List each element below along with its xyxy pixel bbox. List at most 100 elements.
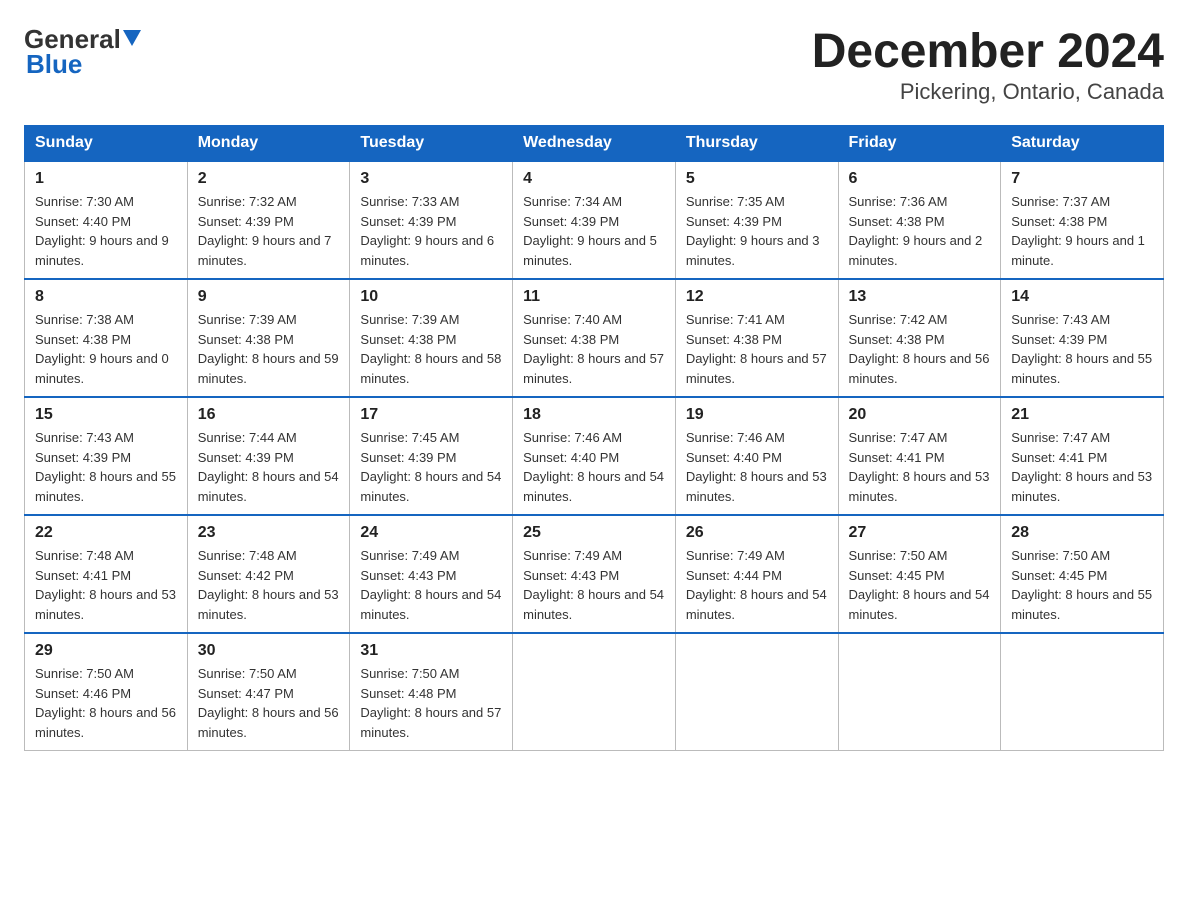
day-info-20: Sunrise: 7:47 AM Sunset: 4:41 PM Dayligh…: [849, 428, 991, 506]
day-cell-13: 13 Sunrise: 7:42 AM Sunset: 4:38 PM Dayl…: [838, 279, 1001, 397]
day-info-17: Sunrise: 7:45 AM Sunset: 4:39 PM Dayligh…: [360, 428, 502, 506]
day-number-5: 5: [686, 170, 828, 188]
day-info-4: Sunrise: 7:34 AM Sunset: 4:39 PM Dayligh…: [523, 192, 665, 270]
day-info-25: Sunrise: 7:49 AM Sunset: 4:43 PM Dayligh…: [523, 546, 665, 624]
header-saturday: Saturday: [1001, 126, 1164, 162]
empty-cell-w4-d4: [675, 633, 838, 751]
day-cell-4: 4 Sunrise: 7:34 AM Sunset: 4:39 PM Dayli…: [513, 161, 676, 279]
day-number-28: 28: [1011, 524, 1153, 542]
day-info-6: Sunrise: 7:36 AM Sunset: 4:38 PM Dayligh…: [849, 192, 991, 270]
day-cell-31: 31 Sunrise: 7:50 AM Sunset: 4:48 PM Dayl…: [350, 633, 513, 751]
day-info-3: Sunrise: 7:33 AM Sunset: 4:39 PM Dayligh…: [360, 192, 502, 270]
day-info-14: Sunrise: 7:43 AM Sunset: 4:39 PM Dayligh…: [1011, 310, 1153, 388]
day-number-16: 16: [198, 406, 340, 424]
day-info-10: Sunrise: 7:39 AM Sunset: 4:38 PM Dayligh…: [360, 310, 502, 388]
day-info-27: Sunrise: 7:50 AM Sunset: 4:45 PM Dayligh…: [849, 546, 991, 624]
day-info-21: Sunrise: 7:47 AM Sunset: 4:41 PM Dayligh…: [1011, 428, 1153, 506]
day-cell-15: 15 Sunrise: 7:43 AM Sunset: 4:39 PM Dayl…: [25, 397, 188, 515]
day-number-15: 15: [35, 406, 177, 424]
empty-cell-w4-d5: [838, 633, 1001, 751]
week-row-2: 8 Sunrise: 7:38 AM Sunset: 4:38 PM Dayli…: [25, 279, 1164, 397]
day-info-16: Sunrise: 7:44 AM Sunset: 4:39 PM Dayligh…: [198, 428, 340, 506]
day-cell-7: 7 Sunrise: 7:37 AM Sunset: 4:38 PM Dayli…: [1001, 161, 1164, 279]
day-number-9: 9: [198, 288, 340, 306]
header-monday: Monday: [187, 126, 350, 162]
day-number-22: 22: [35, 524, 177, 542]
day-info-9: Sunrise: 7:39 AM Sunset: 4:38 PM Dayligh…: [198, 310, 340, 388]
day-number-23: 23: [198, 524, 340, 542]
day-number-8: 8: [35, 288, 177, 306]
page-subtitle: Pickering, Ontario, Canada: [812, 79, 1164, 105]
day-cell-22: 22 Sunrise: 7:48 AM Sunset: 4:41 PM Dayl…: [25, 515, 188, 633]
empty-cell-w4-d3: [513, 633, 676, 751]
day-number-18: 18: [523, 406, 665, 424]
day-cell-27: 27 Sunrise: 7:50 AM Sunset: 4:45 PM Dayl…: [838, 515, 1001, 633]
day-cell-5: 5 Sunrise: 7:35 AM Sunset: 4:39 PM Dayli…: [675, 161, 838, 279]
day-number-19: 19: [686, 406, 828, 424]
page-header: General Blue December 2024 Pickering, On…: [24, 24, 1164, 105]
day-cell-6: 6 Sunrise: 7:36 AM Sunset: 4:38 PM Dayli…: [838, 161, 1001, 279]
day-number-24: 24: [360, 524, 502, 542]
day-number-11: 11: [523, 288, 665, 306]
empty-cell-w4-d6: [1001, 633, 1164, 751]
day-info-8: Sunrise: 7:38 AM Sunset: 4:38 PM Dayligh…: [35, 310, 177, 388]
day-info-19: Sunrise: 7:46 AM Sunset: 4:40 PM Dayligh…: [686, 428, 828, 506]
day-cell-18: 18 Sunrise: 7:46 AM Sunset: 4:40 PM Dayl…: [513, 397, 676, 515]
day-number-27: 27: [849, 524, 991, 542]
day-info-18: Sunrise: 7:46 AM Sunset: 4:40 PM Dayligh…: [523, 428, 665, 506]
day-cell-9: 9 Sunrise: 7:39 AM Sunset: 4:38 PM Dayli…: [187, 279, 350, 397]
day-cell-26: 26 Sunrise: 7:49 AM Sunset: 4:44 PM Dayl…: [675, 515, 838, 633]
day-number-13: 13: [849, 288, 991, 306]
day-cell-30: 30 Sunrise: 7:50 AM Sunset: 4:47 PM Dayl…: [187, 633, 350, 751]
day-number-10: 10: [360, 288, 502, 306]
title-block: December 2024 Pickering, Ontario, Canada: [812, 24, 1164, 105]
day-number-2: 2: [198, 170, 340, 188]
day-number-7: 7: [1011, 170, 1153, 188]
day-cell-17: 17 Sunrise: 7:45 AM Sunset: 4:39 PM Dayl…: [350, 397, 513, 515]
day-cell-20: 20 Sunrise: 7:47 AM Sunset: 4:41 PM Dayl…: [838, 397, 1001, 515]
day-number-26: 26: [686, 524, 828, 542]
day-number-30: 30: [198, 642, 340, 660]
day-cell-1: 1 Sunrise: 7:30 AM Sunset: 4:40 PM Dayli…: [25, 161, 188, 279]
day-info-22: Sunrise: 7:48 AM Sunset: 4:41 PM Dayligh…: [35, 546, 177, 624]
day-number-29: 29: [35, 642, 177, 660]
day-number-20: 20: [849, 406, 991, 424]
day-info-24: Sunrise: 7:49 AM Sunset: 4:43 PM Dayligh…: [360, 546, 502, 624]
day-cell-19: 19 Sunrise: 7:46 AM Sunset: 4:40 PM Dayl…: [675, 397, 838, 515]
day-info-23: Sunrise: 7:48 AM Sunset: 4:42 PM Dayligh…: [198, 546, 340, 624]
day-info-2: Sunrise: 7:32 AM Sunset: 4:39 PM Dayligh…: [198, 192, 340, 270]
day-cell-29: 29 Sunrise: 7:50 AM Sunset: 4:46 PM Dayl…: [25, 633, 188, 751]
day-info-11: Sunrise: 7:40 AM Sunset: 4:38 PM Dayligh…: [523, 310, 665, 388]
day-number-17: 17: [360, 406, 502, 424]
day-cell-12: 12 Sunrise: 7:41 AM Sunset: 4:38 PM Dayl…: [675, 279, 838, 397]
day-number-1: 1: [35, 170, 177, 188]
day-cell-14: 14 Sunrise: 7:43 AM Sunset: 4:39 PM Dayl…: [1001, 279, 1164, 397]
day-number-31: 31: [360, 642, 502, 660]
day-number-12: 12: [686, 288, 828, 306]
day-info-15: Sunrise: 7:43 AM Sunset: 4:39 PM Dayligh…: [35, 428, 177, 506]
day-cell-25: 25 Sunrise: 7:49 AM Sunset: 4:43 PM Dayl…: [513, 515, 676, 633]
day-number-14: 14: [1011, 288, 1153, 306]
week-row-5: 29 Sunrise: 7:50 AM Sunset: 4:46 PM Dayl…: [25, 633, 1164, 751]
header-tuesday: Tuesday: [350, 126, 513, 162]
day-cell-28: 28 Sunrise: 7:50 AM Sunset: 4:45 PM Dayl…: [1001, 515, 1164, 633]
day-info-30: Sunrise: 7:50 AM Sunset: 4:47 PM Dayligh…: [198, 664, 340, 742]
header-wednesday: Wednesday: [513, 126, 676, 162]
day-info-12: Sunrise: 7:41 AM Sunset: 4:38 PM Dayligh…: [686, 310, 828, 388]
day-info-29: Sunrise: 7:50 AM Sunset: 4:46 PM Dayligh…: [35, 664, 177, 742]
day-cell-11: 11 Sunrise: 7:40 AM Sunset: 4:38 PM Dayl…: [513, 279, 676, 397]
day-cell-21: 21 Sunrise: 7:47 AM Sunset: 4:41 PM Dayl…: [1001, 397, 1164, 515]
day-info-1: Sunrise: 7:30 AM Sunset: 4:40 PM Dayligh…: [35, 192, 177, 270]
weekday-header-row: Sunday Monday Tuesday Wednesday Thursday…: [25, 126, 1164, 162]
day-info-5: Sunrise: 7:35 AM Sunset: 4:39 PM Dayligh…: [686, 192, 828, 270]
day-cell-3: 3 Sunrise: 7:33 AM Sunset: 4:39 PM Dayli…: [350, 161, 513, 279]
week-row-3: 15 Sunrise: 7:43 AM Sunset: 4:39 PM Dayl…: [25, 397, 1164, 515]
header-sunday: Sunday: [25, 126, 188, 162]
day-number-4: 4: [523, 170, 665, 188]
header-friday: Friday: [838, 126, 1001, 162]
day-number-6: 6: [849, 170, 991, 188]
day-info-13: Sunrise: 7:42 AM Sunset: 4:38 PM Dayligh…: [849, 310, 991, 388]
week-row-1: 1 Sunrise: 7:30 AM Sunset: 4:40 PM Dayli…: [25, 161, 1164, 279]
day-cell-2: 2 Sunrise: 7:32 AM Sunset: 4:39 PM Dayli…: [187, 161, 350, 279]
day-cell-10: 10 Sunrise: 7:39 AM Sunset: 4:38 PM Dayl…: [350, 279, 513, 397]
